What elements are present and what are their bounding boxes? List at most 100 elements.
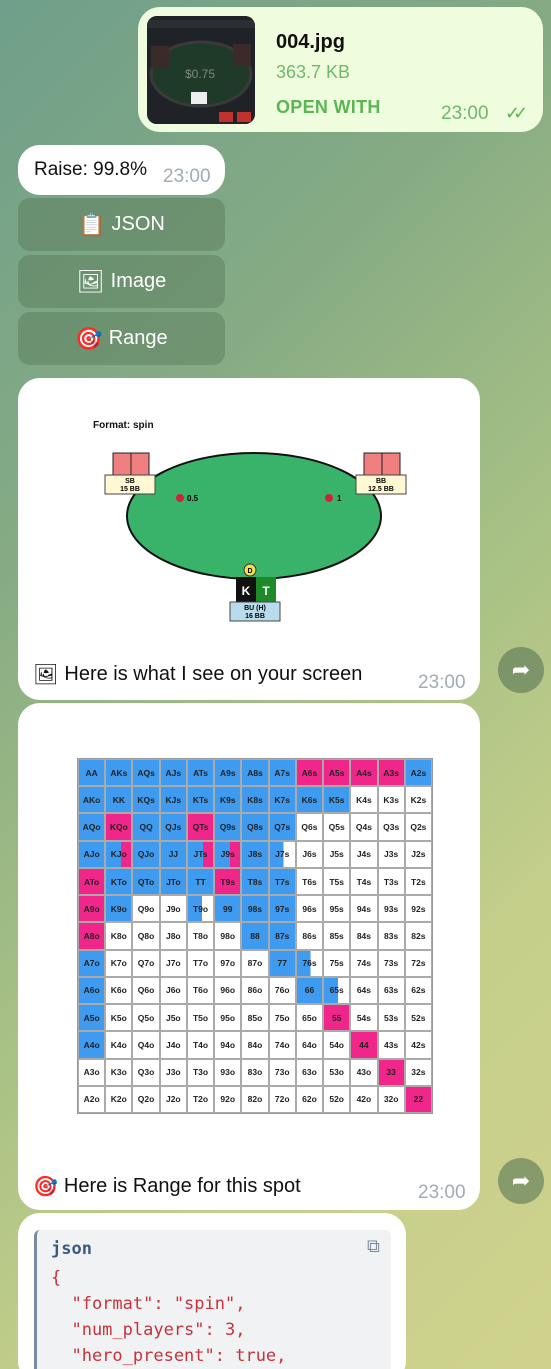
poker-table-image[interactable]: Format: spin SB 15 BB 0.5 BB 12.5 BB 1 D… (18, 378, 480, 648)
range-cell-label: 65s (329, 985, 344, 996)
range-cell-label: T8s (247, 876, 263, 887)
range-cell: KTs (186, 786, 215, 814)
range-cell: K6o (105, 976, 133, 1005)
range-cell-label: T8o (192, 930, 209, 941)
range-cell-label: 64s (356, 985, 371, 996)
range-cell: 75s (323, 949, 351, 977)
range-cell-label: 22 (413, 1094, 424, 1105)
range-cell-label: K4o (110, 1039, 127, 1050)
range-cell-label: 54s (356, 1012, 371, 1023)
range-cell-label: K7o (110, 958, 127, 969)
range-cell-label: 86s (302, 930, 317, 941)
range-cell-label: AJs (165, 767, 182, 778)
range-cell: 62o (295, 1085, 324, 1113)
range-cell-label: A4s (356, 767, 372, 778)
range-cell: J6s (295, 840, 324, 868)
code-line: { (51, 1268, 62, 1288)
range-cell-label: 83o (247, 1067, 263, 1078)
range-cell: 93o (214, 1058, 242, 1086)
json-button[interactable]: 📋 JSON (18, 198, 225, 251)
range-button-label: Range (108, 327, 168, 349)
open-with-button[interactable]: OPEN WITH (276, 97, 381, 118)
range-cell: 95s (323, 895, 351, 923)
range-cell-label: Q8o (137, 930, 155, 941)
range-cell: A5s (323, 759, 351, 787)
range-cell: A3s (377, 759, 405, 787)
range-grid[interactable]: AA AKs AQs AJs ATs A9s A8s A7s A6s A5s A4s A3s A2s AK… (77, 758, 433, 1114)
range-cell: Q9s (214, 813, 242, 841)
range-cell: 87s (268, 922, 296, 950)
range-cell-label: A2s (410, 767, 427, 778)
range-cell-label: J3o (165, 1067, 181, 1078)
image-button[interactable]: 🖼 Image (18, 255, 225, 308)
range-cell-label: J9o (165, 903, 181, 914)
range-cell-label: 86o (247, 985, 263, 996)
range-cell-label: Q7s (274, 822, 291, 833)
range-cell: 53o (323, 1058, 351, 1086)
range-cell: 65s (323, 976, 351, 1005)
range-cell: 94s (350, 895, 378, 923)
image-caption: 🖼 Here is what I see on your screen (33, 662, 362, 687)
dart-icon: 🎯 (75, 325, 103, 351)
range-cell: K7o (105, 949, 133, 977)
range-cell: 52o (323, 1085, 351, 1113)
range-cell: 85s (323, 922, 351, 950)
range-cell-label: 97s (275, 903, 290, 914)
range-cell: ATo (78, 867, 106, 896)
range-cell-label: T4s (356, 876, 372, 887)
range-cell-label: T6s (302, 876, 317, 887)
range-cell: 73s (377, 949, 405, 977)
bb-name: BB (376, 478, 386, 485)
range-cell-label: J6o (165, 985, 181, 996)
file-thumbnail[interactable]: $0.75 (147, 16, 255, 124)
raise-text: Raise: 99.8% (34, 159, 148, 180)
file-size: 363.7 KB (276, 62, 351, 82)
range-cell: KTo (105, 867, 133, 896)
image-message: Format: spin SB 15 BB 0.5 BB 12.5 BB 1 D… (18, 378, 480, 700)
range-cell: 66 (295, 976, 324, 1005)
range-cell: J8o (159, 922, 187, 950)
image-caption-text: Here is what I see on your screen (64, 663, 363, 685)
range-cell: A3o (78, 1058, 106, 1086)
code-block[interactable]: json ⧉ { "format": "spin", "num_players"… (34, 1230, 391, 1369)
range-cell-label: AA (85, 767, 98, 778)
range-cell: J4s (350, 840, 378, 868)
file-message[interactable]: $0.75 004.jpg 363.7 KB OPEN WITH 23:00 ✓… (138, 7, 543, 132)
range-cell: 96s (295, 895, 324, 923)
range-cell: AJo (78, 840, 106, 868)
range-cell: K8o (105, 922, 133, 950)
range-cell-label: 52o (329, 1094, 344, 1105)
range-cell: A2o (78, 1085, 106, 1113)
range-cell: K5s (323, 786, 351, 814)
range-cell-label: 95s (329, 903, 344, 914)
range-cell-label: 32s (411, 1067, 426, 1078)
copy-icon[interactable]: ⧉ (367, 1236, 380, 1257)
range-cell: T6s (295, 867, 324, 896)
range-cell: Q3o (132, 1058, 160, 1086)
hero-card-1: K (242, 584, 251, 598)
range-cell: T2o (186, 1085, 215, 1113)
forward-button[interactable]: ➦ (498, 647, 544, 693)
range-button[interactable]: 🎯 Range (18, 312, 225, 365)
range-cell-label: J6s (302, 849, 317, 860)
range-cell-label: ATs (193, 767, 208, 778)
forward-button[interactable]: ➦ (498, 1158, 544, 1204)
json-message: json ⧉ { "format": "spin", "num_players"… (18, 1213, 406, 1369)
range-cell-label: K2s (410, 794, 427, 805)
range-cell-label: 72o (274, 1094, 290, 1105)
range-cell-label: A6s (301, 767, 318, 778)
range-cell-label: K2o (110, 1094, 127, 1105)
range-cell-label: J9s (220, 849, 235, 860)
range-cell-label: 44 (359, 1039, 369, 1050)
sb-name: SB (125, 478, 135, 485)
range-cell: T4o (186, 1031, 215, 1059)
code-line: "hero_present": true, (51, 1346, 287, 1366)
range-cell-label: A8o (83, 930, 100, 941)
thumb-pot-text: $0.75 (185, 67, 215, 81)
range-cell: 32s (404, 1058, 432, 1086)
range-cell: 72o (268, 1085, 296, 1113)
range-cell-label: T7s (274, 876, 290, 887)
range-cell-label: Q9s (219, 822, 236, 833)
range-cell-label: Q4o (137, 1039, 155, 1050)
range-cell: 93s (377, 895, 405, 923)
